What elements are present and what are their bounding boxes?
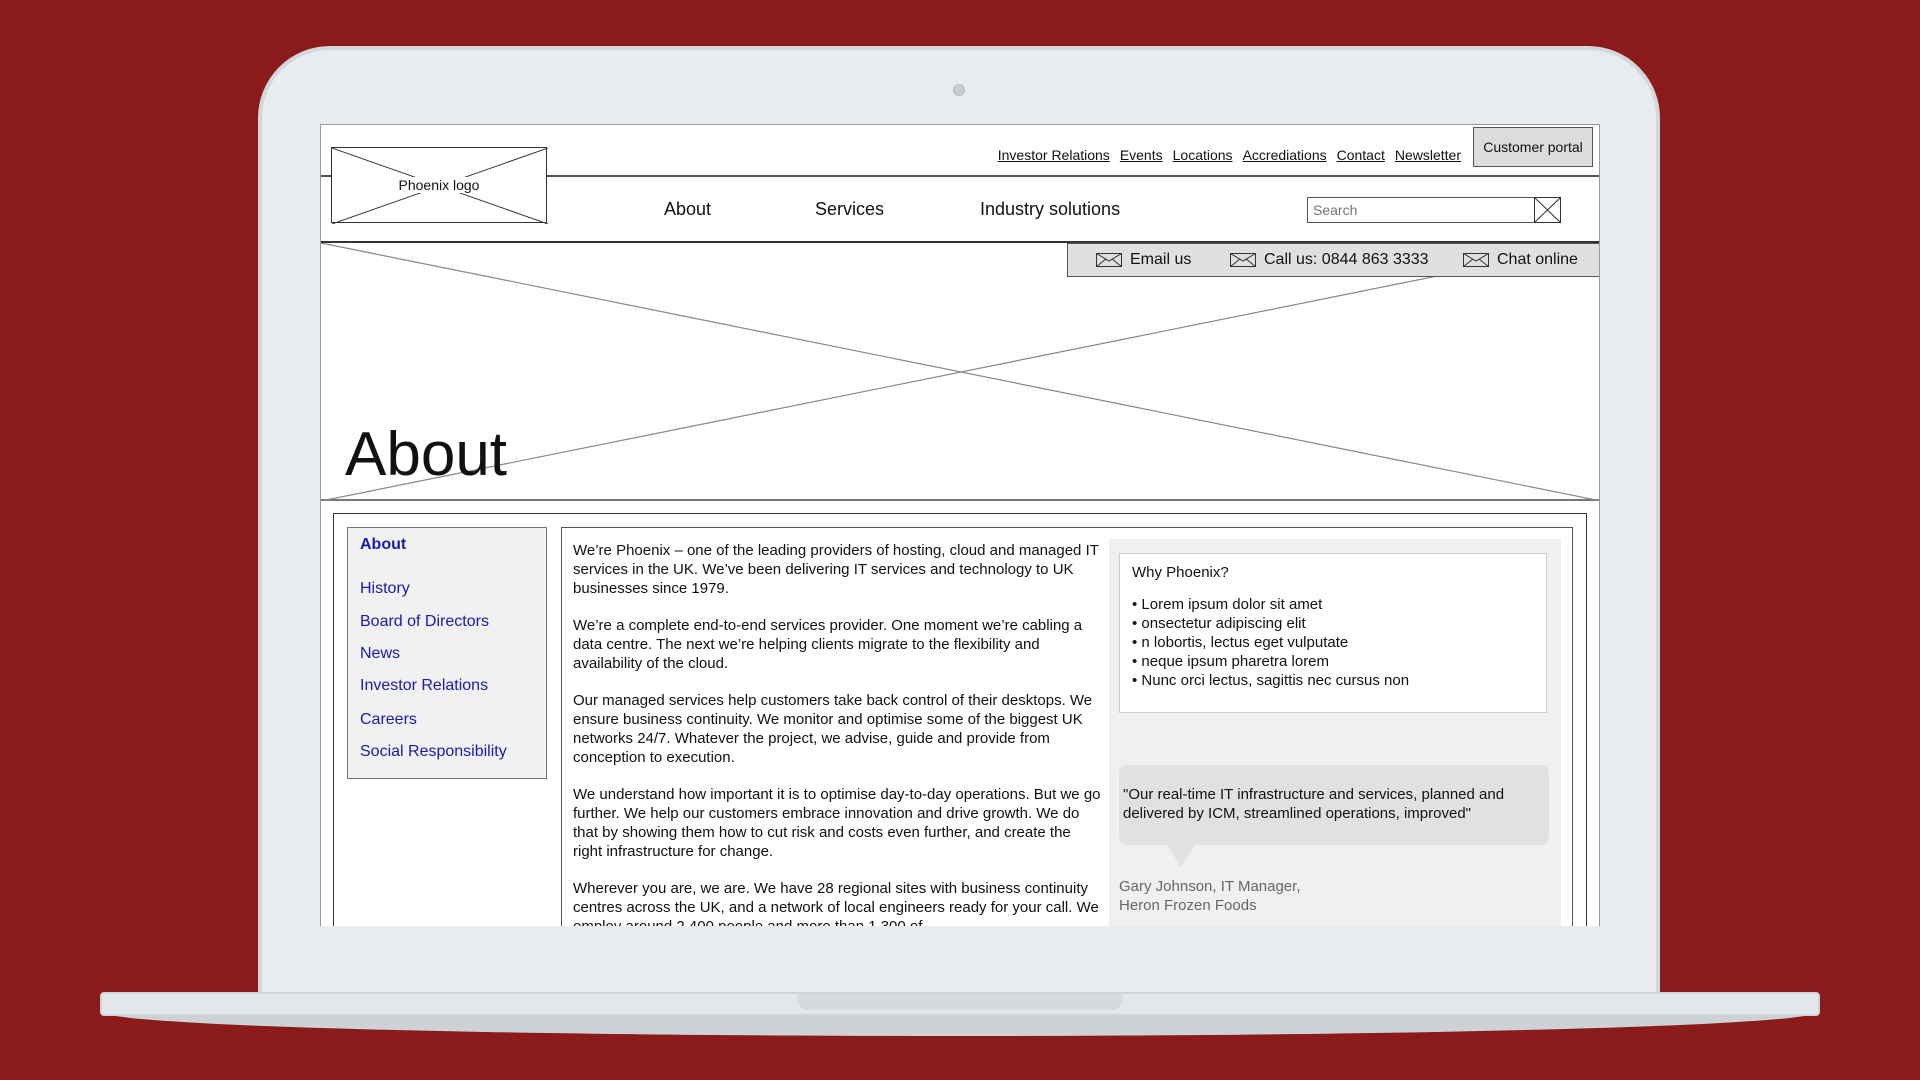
email-us-button[interactable]: Email us — [1096, 251, 1191, 269]
list-item: • Lorem ipsum dolor sit amet — [1132, 596, 1323, 613]
hero-banner: About — [321, 243, 1599, 501]
page-title: About — [345, 420, 508, 489]
sidebar-item-history[interactable]: History — [360, 580, 410, 598]
sidebar-nav: About History Board of Directors News In… — [347, 527, 547, 779]
utility-links: Investor Relations Events Locations Accr… — [998, 147, 1461, 163]
body-text: We’re Phoenix – one of the leading provi… — [573, 541, 1103, 926]
paragraph: We’re a complete end-to-end services pro… — [573, 617, 1083, 672]
list-item: • n lobortis, lectus eget vulputate — [1132, 634, 1349, 651]
link-contact[interactable]: Contact — [1337, 147, 1385, 163]
nav-services[interactable]: Services — [815, 199, 884, 220]
chat-online-button[interactable]: Chat online — [1463, 251, 1578, 269]
laptop-screen: Investor Relations Events Locations Accr… — [320, 124, 1600, 926]
speech-bubble-tail — [1167, 845, 1195, 867]
email-us-label: Email us — [1130, 251, 1192, 268]
search-icon — [1534, 197, 1561, 223]
sidebar-item-social-responsibility[interactable]: Social Responsibility — [360, 743, 507, 761]
attribution-company: Heron Frozen Foods — [1119, 897, 1257, 914]
paragraph: Wherever you are, we are. We have 28 reg… — [573, 880, 1099, 926]
link-locations[interactable]: Locations — [1173, 147, 1233, 163]
contact-bar: Email us Call us: 0844 863 3333 Chat onl… — [1067, 243, 1599, 277]
list-item: • onsectetur adipiscing elit — [1132, 615, 1306, 632]
why-phoenix-title: Why Phoenix? — [1132, 564, 1229, 581]
link-events[interactable]: Events — [1120, 147, 1163, 163]
paragraph: We understand how important it is to opt… — [573, 786, 1101, 860]
hero-image-placeholder — [321, 243, 1599, 501]
sidebar-item-news[interactable]: News — [360, 645, 400, 663]
list-item: • Nunc orci lectus, sagittis nec cursus … — [1132, 672, 1410, 689]
camera-icon — [953, 84, 965, 96]
attribution-name: Gary Johnson, IT Manager, — [1119, 878, 1301, 895]
sidebar-item-about[interactable]: About — [360, 536, 406, 554]
search-button[interactable] — [1534, 197, 1561, 223]
why-phoenix-box: Why Phoenix? • Lorem ipsum dolor sit ame… — [1119, 553, 1547, 713]
paragraph: We’re Phoenix – one of the leading provi… — [573, 542, 1099, 597]
envelope-icon — [1230, 253, 1256, 267]
link-newsletter[interactable]: Newsletter — [1395, 147, 1461, 163]
why-phoenix-list: • Lorem ipsum dolor sit amet • onsectetu… — [1132, 595, 1534, 690]
testimonial-quote: "Our real-time IT infrastructure and ser… — [1119, 765, 1549, 845]
call-us-button[interactable]: Call us: 0844 863 3333 — [1230, 251, 1429, 269]
sidebar-item-careers[interactable]: Careers — [360, 711, 417, 729]
sidebar-item-board-of-directors[interactable]: Board of Directors — [360, 613, 489, 631]
testimonial-attribution: Gary Johnson, IT Manager, Heron Frozen F… — [1119, 877, 1301, 915]
envelope-icon — [1096, 253, 1122, 267]
paragraph: Our managed services help customers take… — [573, 692, 1093, 766]
link-accreditations[interactable]: Accrediations — [1243, 147, 1327, 163]
call-us-label: Call us: 0844 863 3333 — [1264, 251, 1429, 268]
nav-about[interactable]: About — [664, 199, 711, 220]
chat-online-label: Chat online — [1497, 251, 1578, 268]
nav-industry-solutions[interactable]: Industry solutions — [980, 199, 1120, 220]
search-input[interactable] — [1307, 197, 1557, 223]
customer-portal-button[interactable]: Customer portal — [1473, 127, 1593, 167]
logo-label: Phoenix logo — [395, 177, 483, 193]
envelope-icon — [1463, 253, 1489, 267]
list-item: • neque ipsum pharetra lorem — [1132, 653, 1330, 670]
logo-placeholder[interactable]: Phoenix logo — [331, 147, 548, 224]
sidebar-item-investor-relations[interactable]: Investor Relations — [360, 677, 488, 695]
laptop-notch — [798, 994, 1122, 1010]
link-investor-relations[interactable]: Investor Relations — [998, 147, 1110, 163]
